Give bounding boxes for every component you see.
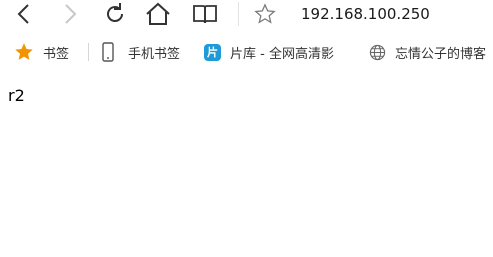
star-icon [14,42,34,62]
forward-button[interactable] [56,0,84,28]
toolbar-divider [238,2,239,26]
bookmarks-divider [88,43,89,61]
pianku-icon: 片 [204,43,221,61]
forward-icon [65,4,77,24]
globe-icon [369,44,386,61]
reading-view-button[interactable] [191,0,219,28]
bookmark-item-bookmarks[interactable]: 书签 [14,36,69,68]
reading-view-icon [193,5,217,24]
reload-button[interactable] [101,0,129,28]
bookmark-label: 书签 [43,46,70,62]
address-bar[interactable]: 192.168.100.250 [301,3,430,25]
bookmark-label: 手机书签 [128,46,181,62]
back-button[interactable] [10,0,38,28]
bookmark-label: 片库 - 全网高清影 [230,46,334,62]
bookmarks-bar: 书签 手机书签 片 片库 - 全网高清影 忘情公子的博客 [0,36,493,68]
phone-icon [101,42,115,62]
star-outline-icon [254,3,276,24]
page-content-text: r2 [8,86,25,105]
favorite-button[interactable] [251,0,279,28]
reload-icon [107,3,123,22]
bookmark-item-blog[interactable]: 忘情公子的博客 [369,36,486,68]
bookmark-item-mobile[interactable]: 手机书签 [101,36,180,68]
home-button[interactable] [144,0,172,28]
home-icon [146,2,170,25]
browser-toolbar: 192.168.100.250 [0,0,493,28]
bookmark-item-pianku[interactable]: 片 片库 - 全网高清影 [204,36,334,68]
back-icon [17,4,29,24]
bookmark-label: 忘情公子的博客 [395,46,487,62]
